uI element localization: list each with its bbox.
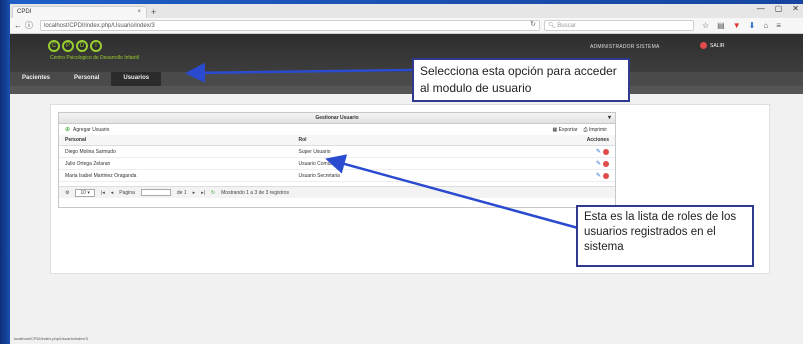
- panel-title: Gestionar Usuario ▾: [59, 113, 615, 124]
- delete-icon[interactable]: [603, 160, 609, 167]
- records-summary: Mostrando 1 a 3 de 3 registros: [221, 189, 289, 196]
- add-icon: ⊕: [65, 127, 71, 133]
- info-icon[interactable]: ⓘ: [25, 20, 36, 31]
- first-page-icon[interactable]: |◂: [101, 190, 105, 196]
- add-user-button[interactable]: ⊕ Agregar Usuario: [65, 126, 109, 133]
- delete-icon[interactable]: [603, 148, 609, 155]
- next-page-icon[interactable]: ▸: [193, 190, 196, 196]
- table-row[interactable]: Diego Molina Sarmudo Super Usuario ✎: [59, 145, 615, 158]
- table-row[interactable]: Julio Ortega Zelaran Usuario Comun ✎: [59, 157, 615, 170]
- browser-navbar: ← ⓘ localhost/CPDI/index.php/Usuario/ind…: [10, 18, 803, 34]
- main-menu: Pacientes Personal Usuarios: [10, 72, 803, 86]
- logo-letter: I: [90, 40, 102, 52]
- back-icon[interactable]: ←: [14, 21, 25, 30]
- settings-icon[interactable]: ⚙: [65, 190, 69, 196]
- logo-text: Centro Psicologico de Desarrollo Infanti…: [50, 55, 139, 61]
- menu-callout: Selecciona esta opción para acceder al m…: [412, 58, 630, 102]
- new-tab-button[interactable]: +: [151, 6, 156, 18]
- app-header: C P D I Centro Psicologico de Desarrollo…: [10, 34, 803, 94]
- search-icon: 🔍︎: [548, 23, 556, 29]
- search-input[interactable]: 🔍︎ Buscar: [544, 20, 694, 31]
- edit-icon[interactable]: ✎: [596, 161, 601, 167]
- panel-title-text: Gestionar Usuario: [315, 115, 359, 121]
- column-header-acciones: Acciones: [526, 135, 615, 146]
- pagination-bar: ⚙ 10 ▾ |◂ ◂ Pagina de 1 ▸ ▸| ↻ Mostrando…: [59, 186, 615, 198]
- header-divider: [10, 86, 803, 94]
- cell-personal: Maria Isabel Martinez Oraganda: [59, 169, 293, 182]
- window-controls: — ▢ ✕: [757, 4, 799, 13]
- edit-icon[interactable]: ✎: [596, 149, 601, 155]
- prev-page-icon[interactable]: ◂: [111, 190, 114, 196]
- search-placeholder: Buscar: [557, 23, 576, 29]
- logo-letter: D: [76, 40, 88, 52]
- cell-personal: Diego Molina Sarmudo: [59, 145, 293, 158]
- url-text: localhost/CPDI/index.php/Usuario/index/3: [44, 23, 155, 29]
- power-icon: [700, 42, 707, 49]
- cell-rol: Super Usuario: [292, 145, 527, 158]
- star-icon[interactable]: ☆: [702, 21, 709, 30]
- page-size-select[interactable]: 10 ▾: [75, 188, 95, 197]
- home-icon[interactable]: ⌂: [763, 21, 768, 30]
- column-header-personal[interactable]: Personal: [59, 135, 293, 146]
- user-role: ADMINISTRADOR SISTEMA: [590, 44, 660, 50]
- reader-icon[interactable]: ▤: [717, 21, 725, 30]
- slide-background-edge: [0, 0, 10, 344]
- export-label: Exportar: [558, 126, 578, 133]
- logout-label: SALIR: [710, 42, 725, 49]
- browser-tab[interactable]: CPDI ×: [12, 6, 147, 18]
- browser-statusbar: localhost/CPDI/index.php/Usuario/index/3: [10, 334, 803, 344]
- toolbar-icons: ☆ ▤ ▼ ⬇ ⌂ ≡: [702, 21, 781, 30]
- collapse-icon[interactable]: ▾: [608, 113, 611, 123]
- cell-rol: Usuario Secretaria: [292, 169, 527, 182]
- page-label: Pagina: [119, 189, 135, 196]
- page-number-input[interactable]: [140, 189, 171, 196]
- panel-toolbar: ⊕ Agregar Usuario ▦ Exportar ⎙ Imprimir: [59, 124, 615, 135]
- page-of-label: de 1: [176, 189, 187, 196]
- app-logo: C P D I: [48, 40, 102, 52]
- cell-actions: ✎: [526, 145, 615, 158]
- last-page-icon[interactable]: ▸|: [201, 190, 205, 196]
- add-user-label: Agregar Usuario: [73, 127, 110, 133]
- menu-item-usuarios[interactable]: Usuarios: [111, 72, 162, 86]
- app-header-top: C P D I Centro Psicologico de Desarrollo…: [10, 34, 803, 72]
- tab-close-icon[interactable]: ×: [137, 9, 141, 15]
- print-icon: ⎙: [583, 126, 588, 133]
- logo-letter: P: [62, 40, 74, 52]
- pocket-icon[interactable]: ▼: [733, 21, 741, 30]
- close-window-icon[interactable]: ✕: [792, 4, 799, 13]
- cell-actions: ✎: [526, 169, 615, 182]
- menu-item-personal[interactable]: Personal: [62, 72, 111, 86]
- column-header-rol[interactable]: Rol: [292, 135, 527, 146]
- menu-item-pacientes[interactable]: Pacientes: [10, 72, 62, 86]
- browser-titlebar: CPDI × + — ▢ ✕: [10, 4, 803, 18]
- cell-rol: Usuario Comun: [292, 157, 527, 170]
- delete-icon[interactable]: [603, 172, 609, 179]
- cell-personal: Julio Ortega Zelaran: [59, 157, 293, 170]
- minimize-icon[interactable]: —: [757, 4, 765, 13]
- download-icon[interactable]: ⬇: [749, 21, 756, 30]
- menu-icon[interactable]: ≡: [776, 21, 781, 30]
- logo-letter: C: [48, 40, 60, 52]
- users-table: Personal Rol Acciones Diego Molina Sarmu…: [59, 135, 615, 182]
- url-bar[interactable]: localhost/CPDI/index.php/Usuario/index/3…: [40, 20, 540, 31]
- table-row[interactable]: Maria Isabel Martinez Oraganda Usuario S…: [59, 169, 615, 182]
- tab-title: CPDI: [17, 9, 32, 15]
- cell-actions: ✎: [526, 157, 615, 170]
- edit-icon[interactable]: ✎: [596, 173, 601, 179]
- panel-actions: ▦ Exportar ⎙ Imprimir: [553, 127, 608, 133]
- roles-callout: Esta es la lista de roles de los usuario…: [576, 205, 754, 267]
- logout-button[interactable]: SALIR: [700, 42, 724, 49]
- export-icon: ▦: [552, 126, 558, 133]
- page-size-value: 10: [80, 189, 87, 196]
- table-header-row: Personal Rol Acciones: [59, 135, 615, 146]
- reload-icon[interactable]: ↻: [530, 21, 536, 29]
- export-button[interactable]: ▦ Exportar: [553, 127, 578, 133]
- users-panel: Gestionar Usuario ▾ ⊕ Agregar Usuario ▦ E…: [58, 112, 616, 208]
- print-button[interactable]: ⎙ Imprimir: [584, 127, 607, 133]
- maximize-icon[interactable]: ▢: [775, 4, 783, 13]
- print-label: Imprimir: [588, 126, 607, 133]
- refresh-icon[interactable]: ↻: [211, 190, 215, 196]
